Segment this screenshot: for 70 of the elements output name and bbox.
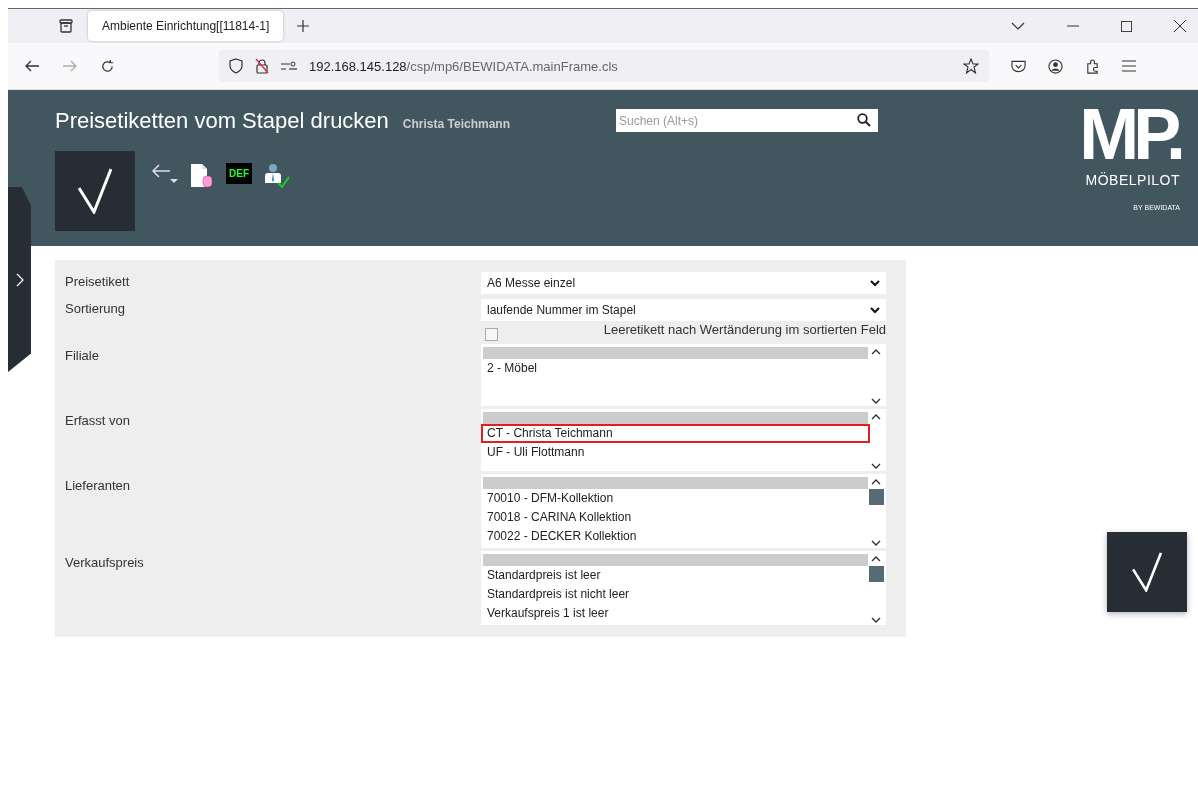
checkmark-icon (1132, 552, 1162, 592)
list-option[interactable]: 2 - Möbel (481, 359, 870, 378)
scroll-up-icon[interactable] (871, 349, 881, 355)
permissions-icon (281, 61, 297, 71)
scroll-down-icon[interactable] (871, 463, 881, 469)
menu-icon[interactable] (1122, 60, 1136, 72)
star-icon[interactable] (963, 58, 979, 74)
scroll-down-icon[interactable] (871, 617, 881, 623)
caret-icon (870, 279, 880, 287)
scroll-up-icon[interactable] (871, 556, 881, 562)
confirm-button[interactable] (1107, 532, 1187, 612)
caret-icon (870, 306, 880, 314)
page-title: Preisetiketten vom Stapel drucken (55, 108, 389, 134)
new-tab-icon[interactable] (297, 20, 309, 32)
field-label: Sortierung (65, 300, 126, 316)
chevron-down-icon[interactable] (1011, 22, 1025, 30)
list-option[interactable]: 70018 - CARINA Kollektion (481, 508, 870, 527)
search-field[interactable]: Suchen (Alt+s) (616, 109, 878, 132)
address-bar[interactable]: 192.168.145.128/csp/mp6/BEWIDATA.mainFrame.cls (219, 50, 989, 82)
select-field[interactable]: A6 Messe einzel (481, 272, 886, 294)
scroll-down-icon[interactable] (871, 540, 881, 546)
insecure-lock-icon (255, 58, 269, 74)
browser-tab[interactable]: Ambiente Einrichtung[[11814-1] (88, 11, 283, 41)
scrollbar-thumb[interactable] (868, 566, 884, 582)
search-icon[interactable] (857, 113, 871, 127)
checkbox[interactable] (485, 328, 498, 341)
field-label: Lieferanten (65, 477, 132, 493)
checkbox-label: Leeretikett nach Wertänderung im sortierten Feld (603, 322, 886, 337)
list-box[interactable]: Standardpreis ist leer Standardpreis ist nicht leer Verkaufspreis 1 ist leer (481, 551, 886, 625)
maximize-icon[interactable] (1121, 20, 1132, 32)
field-label: Erfasst von (65, 412, 132, 428)
list-option[interactable]: Standardpreis ist leer (481, 566, 870, 585)
close-icon[interactable] (1174, 20, 1186, 32)
user-name: Christa Teichmann (402, 117, 510, 131)
person-check-icon[interactable] (264, 163, 290, 189)
sidebar-toggle[interactable] (8, 187, 31, 372)
def-button[interactable]: DEF (226, 163, 252, 184)
url-text: 192.168.145.128/csp/mp6/BEWIDATA.mainFrame.cls (309, 58, 618, 74)
confirm-button[interactable] (55, 151, 135, 231)
tab-title: Ambiente Einrichtung[[11814-1] (102, 19, 270, 33)
scrollbar-thumb[interactable] (868, 489, 884, 505)
list-option[interactable]: 70022 - DECKER Kollektion (481, 527, 870, 546)
back-dropdown-icon[interactable] (150, 163, 178, 185)
back-icon[interactable] (24, 60, 40, 72)
pocket-icon[interactable] (1011, 59, 1026, 73)
list-box[interactable]: 70010 - DFM-Kollektion 70018 - CARINA Kollektion 70022 - DECKER Kollektion (481, 474, 886, 548)
list-option[interactable]: Standardpreis ist nicht leer (481, 585, 870, 604)
field-label: Filiale (65, 347, 100, 363)
logo-name: MÖBELPILOT (1085, 172, 1180, 188)
scroll-down-icon[interactable] (871, 398, 881, 404)
list-box[interactable]: CT - Christa Teichmann UF - Uli Flottmann (481, 409, 886, 471)
chevron-right-icon (15, 272, 24, 287)
scroll-up-icon[interactable] (871, 414, 881, 420)
field-label: Preisetikett (65, 273, 131, 289)
shield-icon (229, 58, 243, 74)
puzzle-icon[interactable] (1085, 58, 1100, 74)
reload-icon[interactable] (100, 58, 115, 74)
list-option[interactable]: CT - Christa Teichmann (481, 424, 870, 443)
scroll-up-icon[interactable] (871, 479, 881, 485)
checkmark-icon (78, 168, 112, 214)
logo-mark: MP. (1079, 102, 1180, 166)
list-option[interactable]: Verkaufspreis 1 ist leer (481, 604, 870, 623)
select-field[interactable]: laufende Nummer im Stapel (481, 299, 886, 321)
account-icon[interactable] (1048, 58, 1063, 74)
list-box[interactable]: 2 - Möbel (481, 344, 886, 406)
list-option[interactable]: UF - Uli Flottmann (481, 443, 870, 462)
list-option[interactable]: 70010 - DFM-Kollektion (481, 489, 870, 508)
field-label: Verkaufspreis (65, 554, 145, 570)
tab-overview-icon[interactable] (58, 18, 74, 34)
document-hand-icon[interactable] (190, 163, 214, 189)
